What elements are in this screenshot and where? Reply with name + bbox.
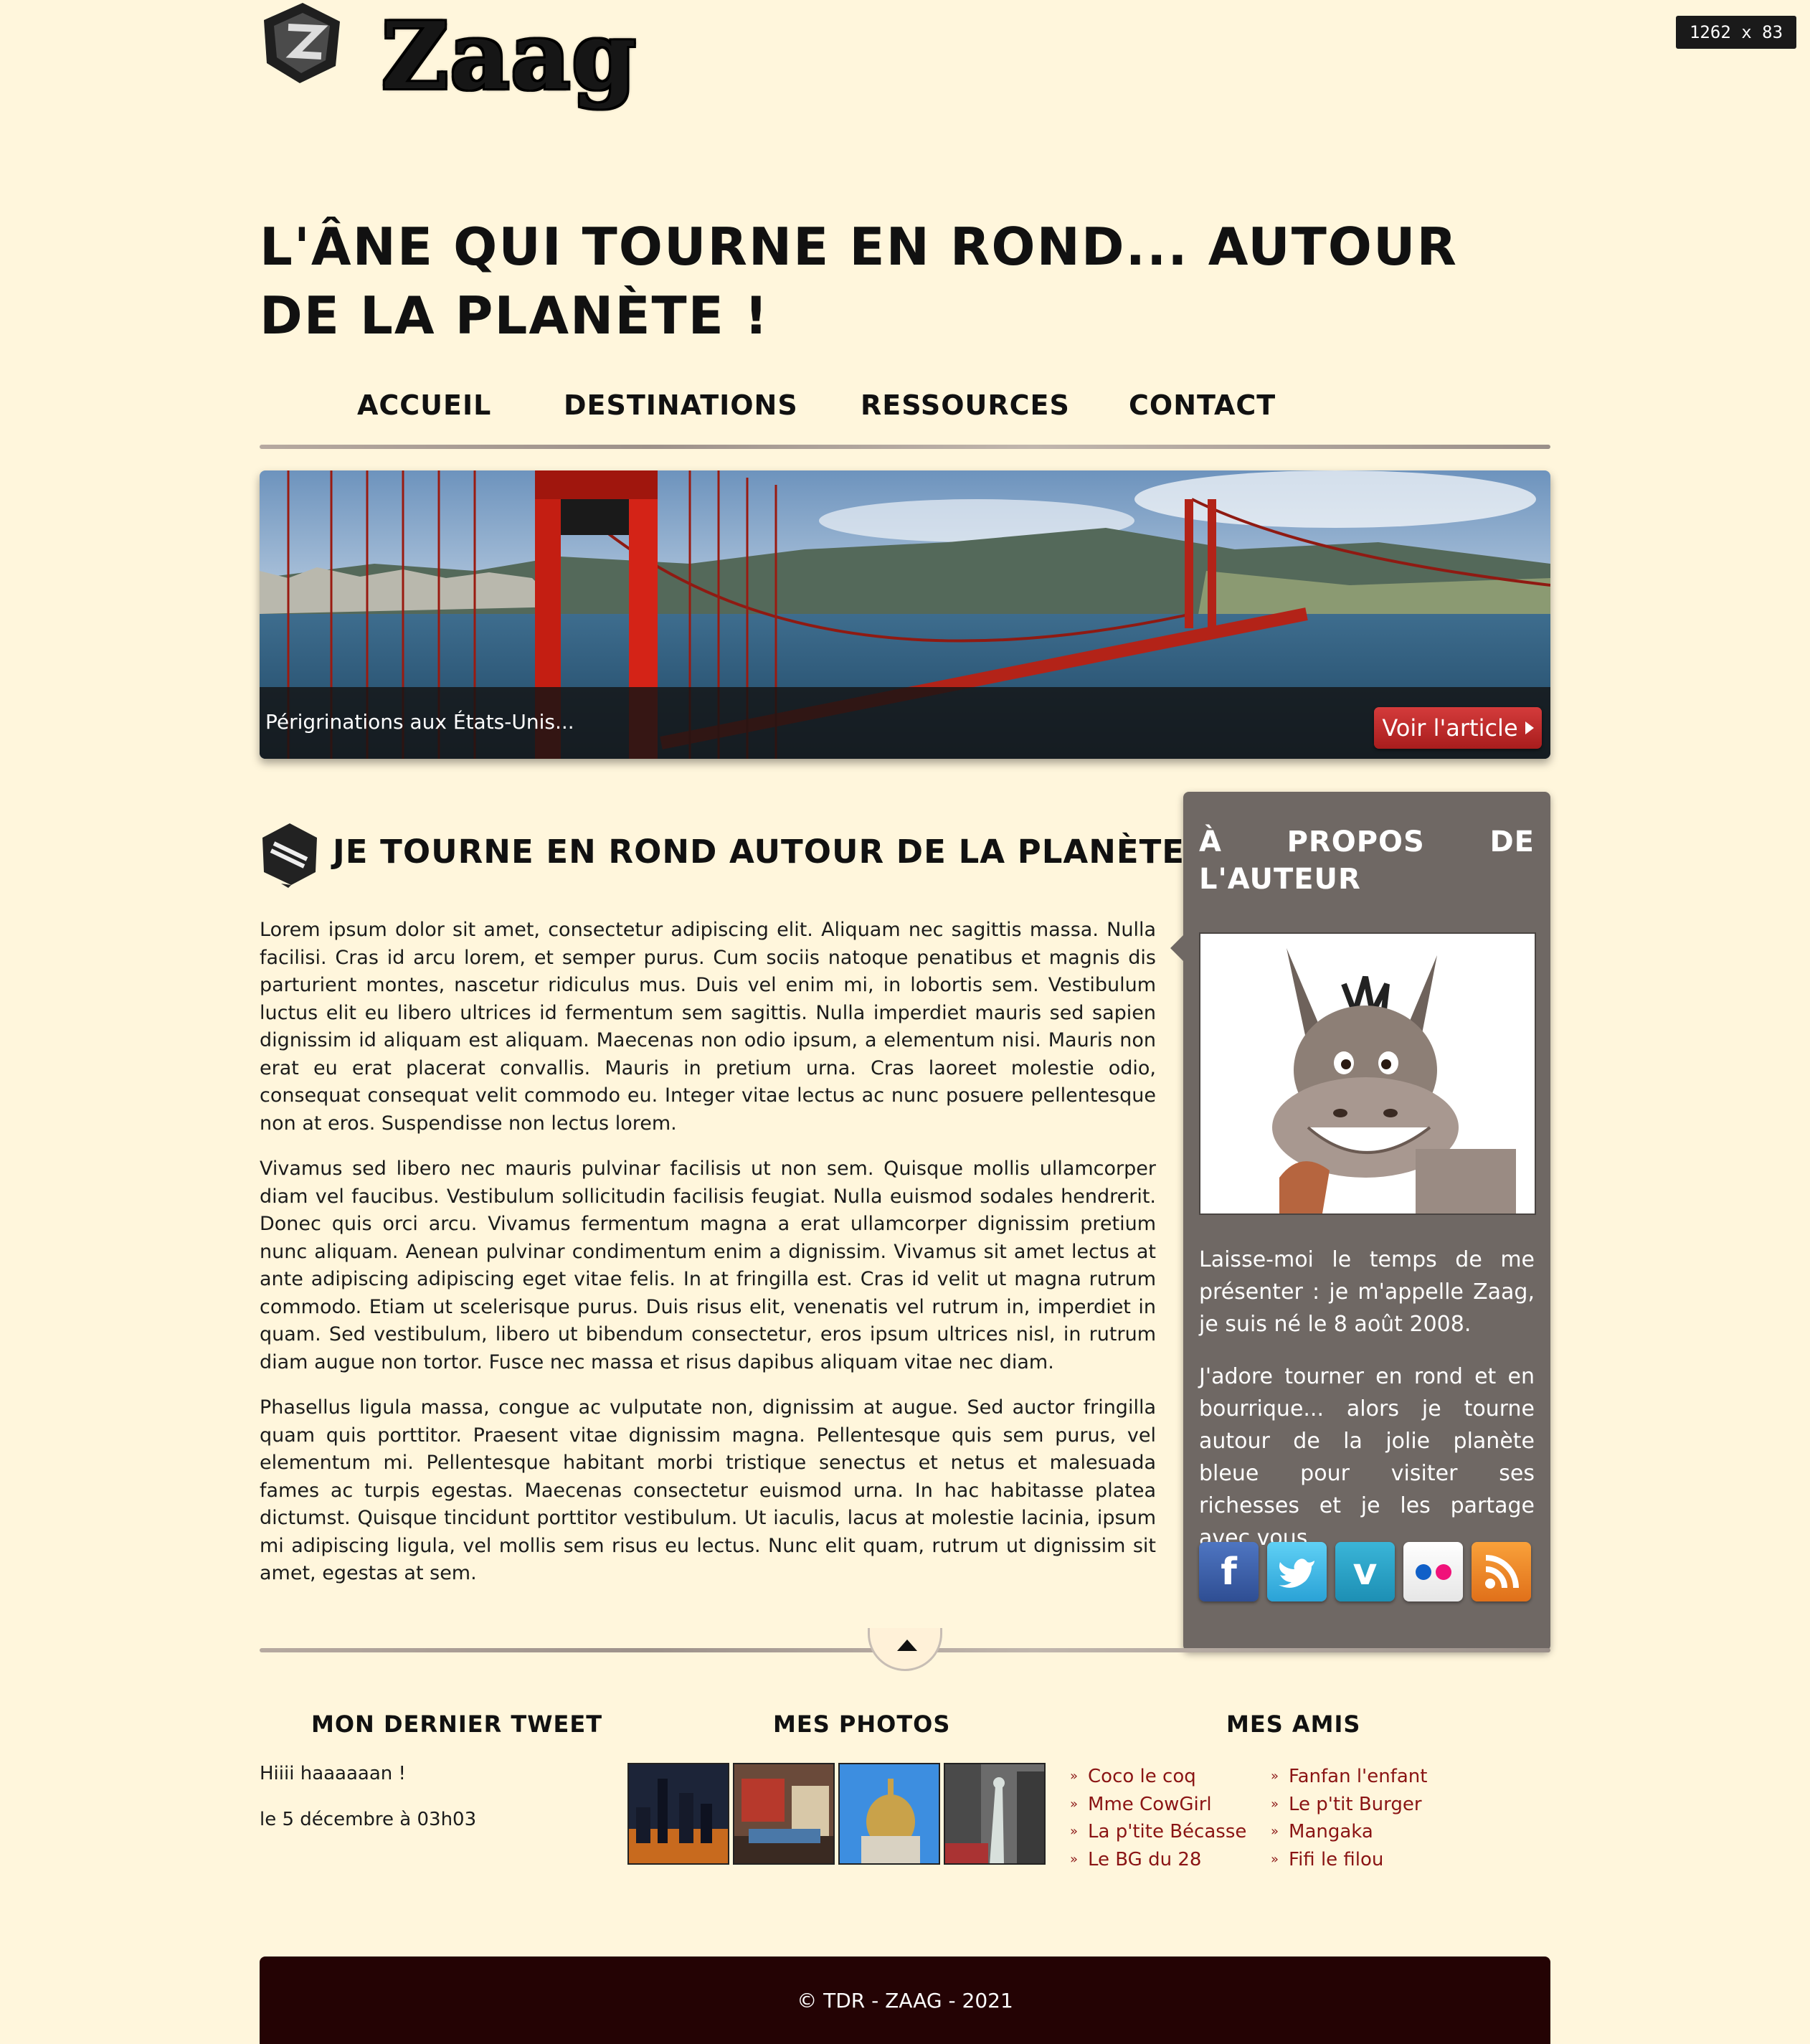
zaag-logo-icon (264, 3, 340, 83)
resolution-badge: 1262 x 83 (1676, 16, 1796, 49)
banner-caption: Périgrinations aux États-Unis... (265, 710, 574, 734)
tweet-text: Hiiii haaaaaan ! (260, 1763, 406, 1784)
friends-widget-title: Mes amis (1226, 1711, 1361, 1738)
chevron-right-icon: » (1271, 1796, 1279, 1812)
scroll-top-button[interactable] (868, 1628, 942, 1671)
tweet-widget-title: Mon dernier tweet (311, 1711, 603, 1738)
photo-thumbnail[interactable] (838, 1763, 940, 1865)
nav-item-destinations[interactable]: Destinations (564, 380, 798, 430)
about-author-sidebar: À propos de l'auteur Laisse-moi le te (1170, 792, 1550, 1651)
nav-item-contact[interactable]: Contact (1129, 380, 1276, 430)
chevron-right-icon: » (1070, 1824, 1079, 1839)
sidebar-title-line1: À propos de (1199, 825, 1535, 858)
friend-link[interactable]: » Coco le coq (1070, 1763, 1246, 1791)
friend-link[interactable]: » Fanfan l'enfant (1271, 1763, 1427, 1791)
chevron-right-icon: » (1271, 1824, 1279, 1839)
rss-icon[interactable] (1472, 1542, 1531, 1601)
read-article-button[interactable]: Voir l'article (1374, 707, 1542, 749)
photos-widget-title: Mes photos (773, 1711, 951, 1738)
twitter-icon[interactable] (1267, 1542, 1327, 1601)
sidebar-title-line2: l'auteur (1199, 863, 1361, 896)
friend-link[interactable]: » Fifi le filou (1271, 1846, 1427, 1874)
copyright-text: © TDR - ZAAG - 2021 (797, 1988, 1013, 2012)
photo-thumbnail[interactable] (627, 1763, 729, 1865)
chevron-right-icon: » (1070, 1796, 1079, 1812)
article-paragraph: Vivamus sed libero nec mauris pulvinar f… (260, 1158, 1156, 1373)
nav-item-ressources[interactable]: Ressources (861, 380, 1070, 430)
play-icon (1525, 721, 1534, 734)
flickr-icon[interactable] (1403, 1542, 1463, 1601)
site-logo[interactable]: Zaag (260, 0, 661, 115)
chevron-right-icon: » (1271, 1769, 1279, 1784)
sidebar-paragraph: Laisse-moi le temps de me présenter : je… (1199, 1247, 1535, 1337)
friend-link[interactable]: » Mangaka (1271, 1818, 1427, 1846)
sidebar-pointer (1170, 935, 1183, 961)
friend-link[interactable]: » Mme CowGirl (1070, 1791, 1246, 1819)
author-avatar (1199, 932, 1536, 1215)
banner-caption-bar: Périgrinations aux États-Unis... Voir l'… (260, 687, 1550, 759)
photo-thumbnail[interactable] (733, 1763, 835, 1865)
sidebar-title: À propos de l'auteur (1199, 823, 1535, 898)
friend-link[interactable]: » Le BG du 28 (1070, 1846, 1246, 1874)
logo-wordmark: Zaag (382, 3, 638, 110)
sidebar-text: Laisse-moi le temps de me présenter : je… (1199, 1244, 1535, 1574)
chevron-right-icon: » (1271, 1851, 1279, 1867)
page-title: L'âne qui tourne en rond... autour de la… (260, 217, 1458, 346)
main-nav: Accueil Destinations Ressources Contact (260, 380, 1550, 452)
photo-thumbnail[interactable] (944, 1763, 1046, 1865)
article-paragraph: Lorem ipsum dolor sit amet, consectetur … (260, 919, 1156, 1135)
article-heading-icon (262, 823, 317, 888)
friends-list-col2: » Fanfan l'enfant » Le p'tit Burger » Manga… (1271, 1763, 1427, 1873)
donkey-illustration (1200, 934, 1535, 1213)
article-title: Je tourne en rond autour de la planète (333, 833, 1185, 871)
read-article-label: Voir l'article (1382, 714, 1518, 742)
tweet-date: le 5 décembre à 03h03 (260, 1809, 477, 1830)
facebook-icon[interactable]: f (1199, 1542, 1259, 1601)
photo-gallery (627, 1763, 1046, 1865)
chevron-right-icon: » (1070, 1851, 1079, 1867)
friend-link[interactable]: » La p'tite Bécasse (1070, 1818, 1246, 1846)
vimeo-icon[interactable]: v (1335, 1542, 1395, 1601)
chevron-right-icon: » (1070, 1769, 1079, 1784)
article-paragraph: Phasellus ligula massa, congue ac vulput… (260, 1396, 1156, 1584)
arrow-up-icon (897, 1640, 917, 1651)
sidebar-paragraph: J'adore tourner en rond et en bourrique.… (1199, 1364, 1535, 1551)
friend-link[interactable]: » Le p'tit Burger (1271, 1791, 1427, 1819)
site-footer: © TDR - ZAAG - 2021 (260, 1957, 1550, 2044)
page-container: Zaag L'âne qui tourne en rond... autour … (260, 0, 1550, 2044)
nav-divider (260, 445, 1550, 449)
friends-list-col1: » Coco le coq » Mme CowGirl » La p'tite Béc… (1070, 1763, 1246, 1873)
hero-banner: Périgrinations aux États-Unis... Voir l'… (260, 470, 1550, 759)
nav-item-accueil[interactable]: Accueil (357, 380, 491, 430)
article-body: Lorem ipsum dolor sit amet, consectetur … (260, 917, 1156, 1606)
social-links: f v (1199, 1542, 1531, 1601)
